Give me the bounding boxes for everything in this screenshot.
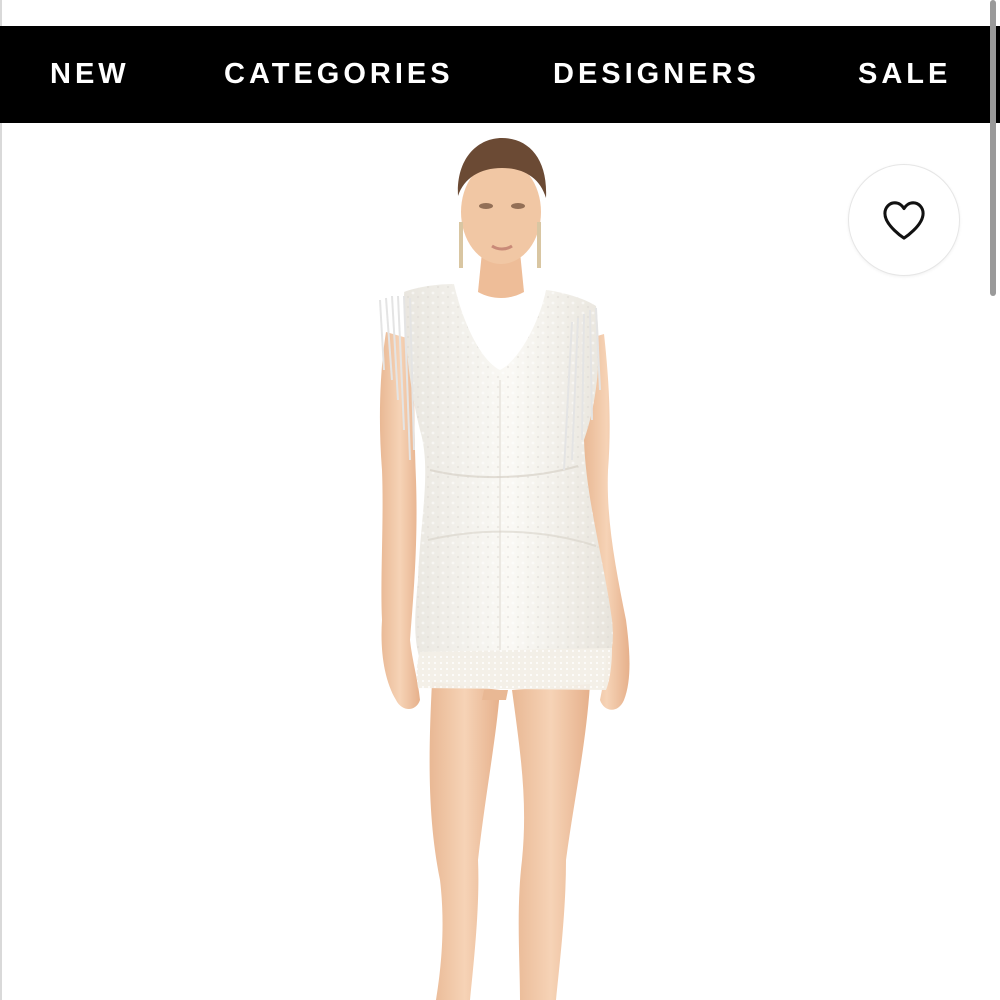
top-navigation-bar: NEW CATEGORIES DESIGNERS SALE — [0, 26, 1000, 123]
heart-outline-icon — [883, 201, 925, 240]
nav-item-sale[interactable]: SALE — [858, 26, 951, 123]
nav-item-designers[interactable]: DESIGNERS — [553, 26, 760, 123]
left-border — [0, 0, 2, 1000]
product-image[interactable] — [250, 123, 750, 1000]
nav-item-new[interactable]: NEW — [50, 26, 130, 123]
dress — [404, 284, 613, 690]
vertical-scrollbar[interactable] — [990, 0, 996, 296]
model-legs — [429, 682, 590, 1000]
nav-item-categories[interactable]: CATEGORIES — [224, 26, 454, 123]
product-page: NEW CATEGORIES DESIGNERS SALE — [0, 0, 1000, 1000]
wishlist-button[interactable] — [848, 164, 960, 276]
model-head — [457, 138, 547, 268]
